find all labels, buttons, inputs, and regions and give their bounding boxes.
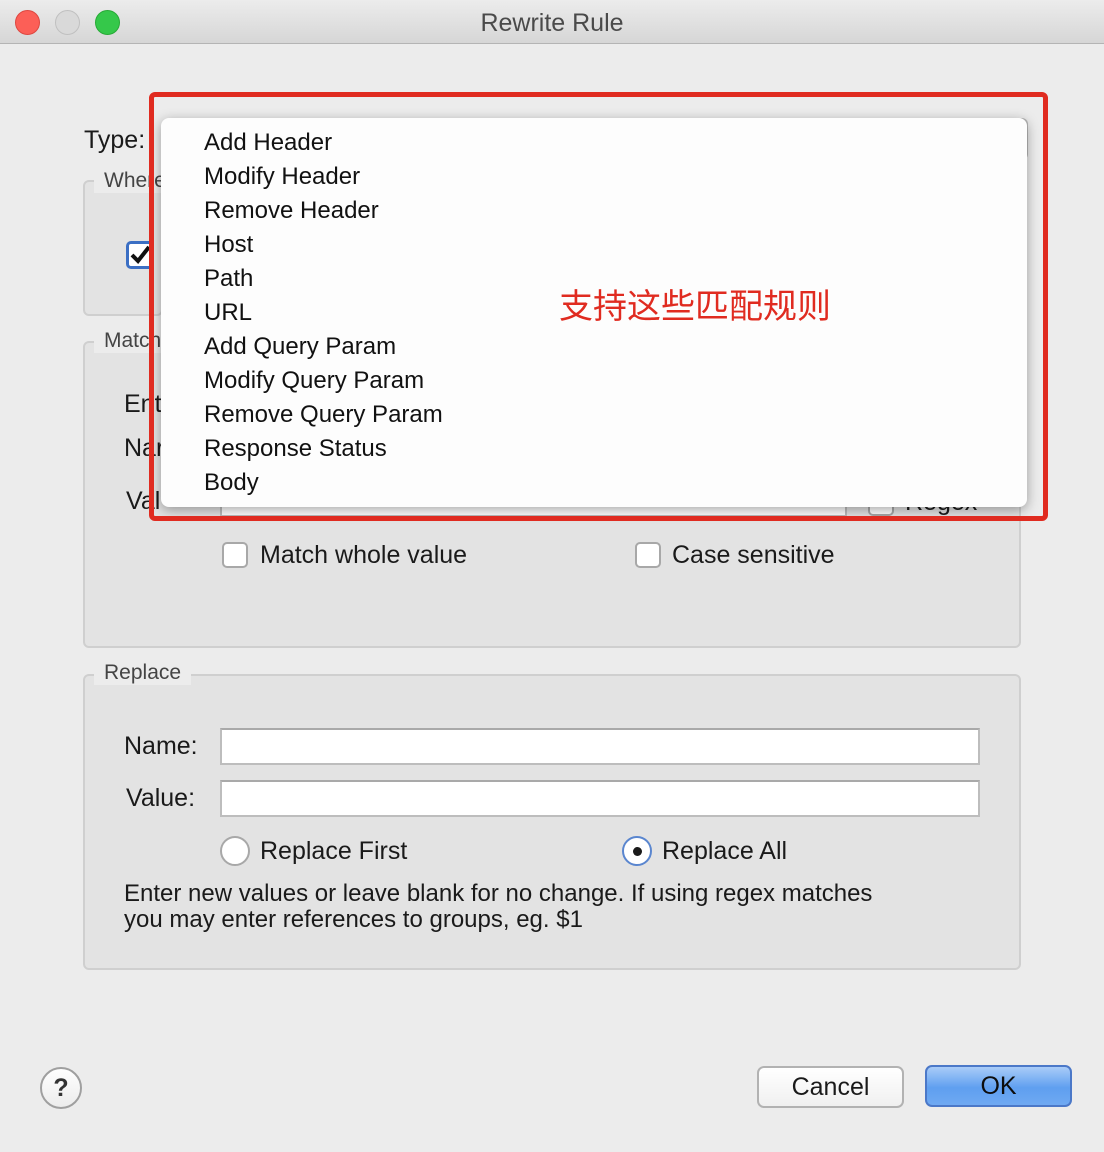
type-label: Type: — [84, 126, 146, 154]
annotation-text: 支持这些匹配规则 — [559, 287, 831, 327]
replace-value-input[interactable] — [220, 780, 980, 817]
cancel-button[interactable]: Cancel — [757, 1066, 904, 1108]
replace-all-label: Replace All — [662, 837, 788, 865]
replace-help-text-line2: you may enter references to groups, eg. … — [124, 906, 583, 933]
replace-all-radio[interactable] — [622, 836, 652, 866]
replace-name-label: Name: — [124, 732, 198, 760]
replace-value-label: Value: — [126, 784, 196, 812]
replace-first-label: Replace First — [260, 837, 408, 865]
match-whole-value-checkbox[interactable] — [222, 542, 248, 568]
replace-help-text-line1: Enter new values or leave blank for no c… — [124, 880, 873, 907]
replace-first-radio[interactable] — [220, 836, 250, 866]
case-sensitive-checkbox[interactable] — [635, 542, 661, 568]
case-sensitive-label: Case sensitive — [672, 541, 835, 569]
replace-name-input[interactable] — [220, 728, 980, 765]
title-bar: Rewrite Rule — [0, 0, 1104, 44]
ok-button[interactable]: OK — [925, 1065, 1072, 1107]
window-title: Rewrite Rule — [480, 9, 624, 37]
radio-selected-dot — [633, 847, 642, 856]
checkmark-icon — [130, 245, 151, 265]
match-whole-value-label: Match whole value — [260, 541, 468, 569]
replace-group-legend: Replace — [94, 661, 192, 685]
help-button[interactable]: ? — [40, 1067, 82, 1109]
